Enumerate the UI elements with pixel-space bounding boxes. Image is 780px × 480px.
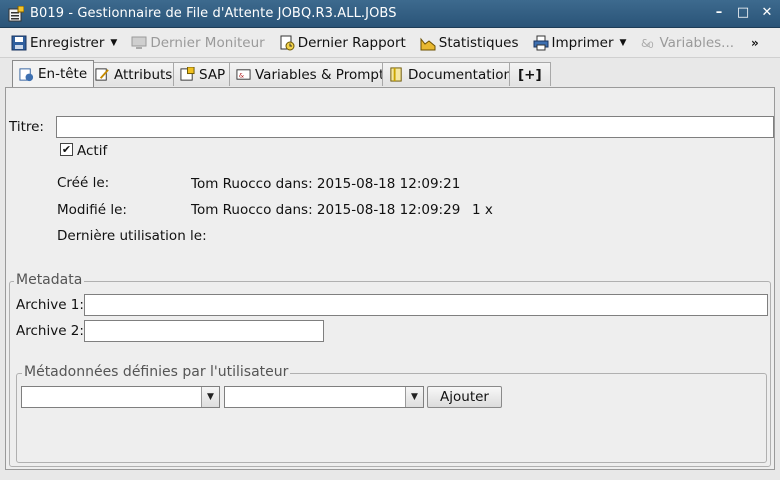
minimize-button[interactable]: – (712, 6, 726, 20)
header-icon (19, 67, 34, 81)
add-tab-icon: [+] (518, 66, 542, 83)
tab-attributes[interactable]: Attributs (88, 62, 180, 86)
window-title: B019 - Gestionnaire de File d'Attente JO… (30, 6, 397, 21)
tab-documentation[interactable]: Documentation (382, 62, 520, 86)
window-titlebar: B019 - Gestionnaire de File d'Attente JO… (0, 0, 780, 28)
variables-icon: & 0 (641, 37, 654, 51)
created-value: Tom Ruocco dans: 2015-08-18 12:09:21 (191, 176, 461, 192)
monitor-icon (131, 36, 147, 49)
tab-sap[interactable]: SAP (173, 62, 233, 86)
save-button[interactable]: Enregistrer ▼ (8, 31, 120, 55)
svg-text:0: 0 (648, 41, 654, 51)
modified-value: Tom Ruocco dans: 2015-08-18 12:09:29 (191, 202, 461, 218)
archive1-input[interactable] (84, 294, 768, 316)
save-icon (11, 35, 27, 50)
variables-prompts-icon: & (236, 69, 251, 80)
toolbar-overflow-button[interactable]: » (751, 36, 759, 50)
variables-button[interactable]: & 0 Variables... (637, 31, 737, 55)
maximize-button[interactable]: □ (736, 6, 750, 20)
archive2-label: Archive 2: (16, 323, 84, 339)
chevron-down-icon: ▼ (405, 387, 423, 407)
created-label: Créé le: (57, 175, 110, 191)
title-label: Titre: (9, 119, 44, 135)
modified-count: 1 x (472, 202, 493, 218)
tab-variables-prompts[interactable]: & Variables & Prompts (229, 62, 399, 86)
modified-label: Modifié le: (57, 202, 127, 218)
user-metadata-key-combo[interactable]: ▼ (21, 386, 220, 408)
add-button[interactable]: Ajouter (427, 386, 502, 408)
last-report-button[interactable]: Dernier Rapport (276, 31, 409, 55)
documentation-icon (390, 67, 402, 82)
attributes-icon (95, 68, 109, 81)
print-button[interactable]: Imprimer ▼ (530, 31, 630, 55)
statistics-button[interactable]: Statistiques (417, 31, 522, 55)
title-input[interactable] (56, 116, 774, 138)
active-label: Actif (77, 143, 108, 159)
tab-strip: En-tête Attributs SAP & Variables & Prom… (0, 58, 780, 87)
archive2-input[interactable] (84, 320, 324, 342)
sap-icon (180, 67, 195, 81)
archive1-label: Archive 1: (16, 297, 84, 313)
app-icon (8, 5, 24, 21)
close-button[interactable]: ✕ (760, 6, 774, 20)
save-dropdown-icon[interactable]: ▼ (110, 38, 117, 48)
toolbar: Enregistrer ▼ Dernier Moniteur Dernier R… (0, 28, 780, 58)
tab-header[interactable]: En-tête (12, 60, 95, 87)
print-dropdown-icon[interactable]: ▼ (620, 38, 627, 48)
last-monitor-button[interactable]: Dernier Moniteur (128, 31, 267, 55)
tab-add[interactable]: [+] (509, 62, 551, 86)
svg-text:&: & (239, 71, 244, 79)
last-used-label: Dernière utilisation le: (57, 228, 207, 244)
printer-icon (533, 35, 549, 50)
active-checkbox[interactable]: ✔ (60, 143, 73, 156)
user-metadata-legend: Métadonnées définies par l'utilisateur (22, 364, 291, 380)
metadata-legend: Metadata (14, 272, 85, 288)
user-metadata-value-combo[interactable]: ▼ (224, 386, 424, 408)
report-icon (280, 35, 295, 50)
chevron-down-icon: ▼ (201, 387, 219, 407)
statistics-icon (420, 37, 436, 50)
header-panel: Titre: ✔ Actif Créé le: Tom Ruocco dans:… (5, 87, 775, 470)
